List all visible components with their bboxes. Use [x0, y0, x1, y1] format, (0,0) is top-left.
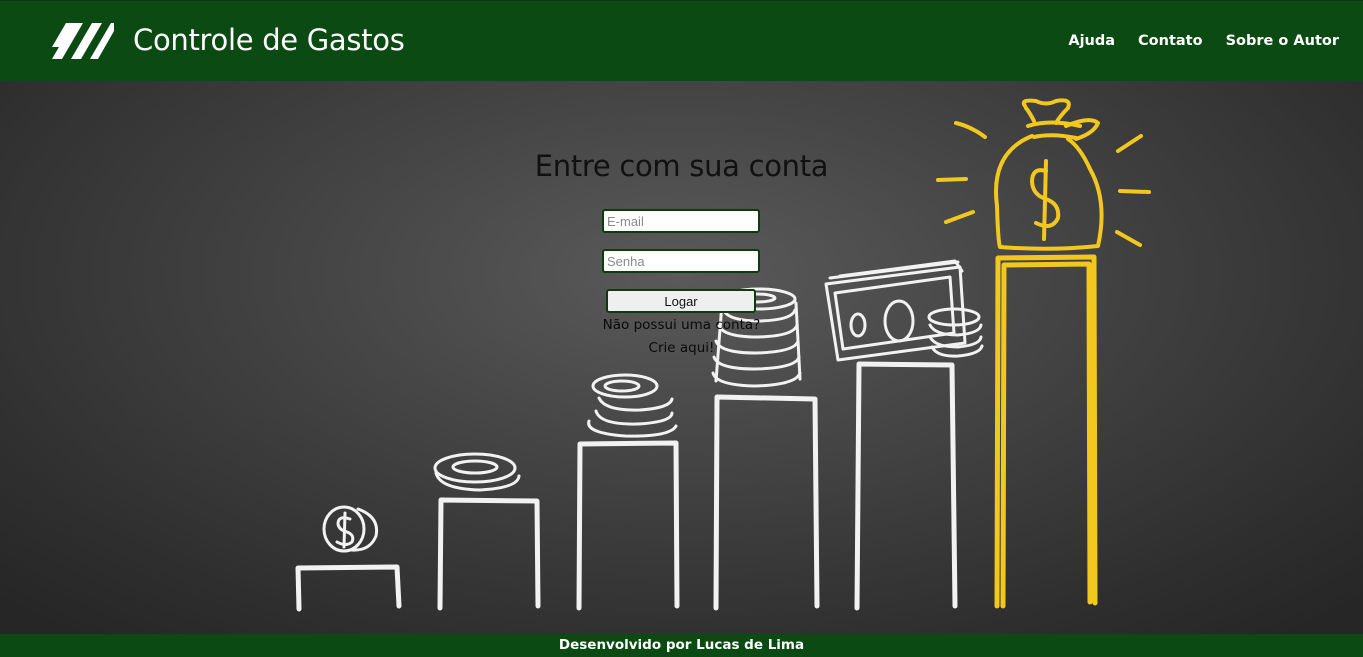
- chalk-bars: [295, 361, 958, 612]
- email-field[interactable]: [602, 209, 760, 233]
- footer: Desenvolvido por Lucas de Lima: [0, 634, 1363, 657]
- main-nav: Ajuda Contato Sobre o Autor: [1068, 31, 1339, 51]
- nav-link-contato[interactable]: Contato: [1138, 31, 1203, 51]
- login-title: Entre com sua conta: [534, 149, 829, 183]
- password-field[interactable]: [602, 249, 760, 273]
- app-title[interactable]: Controle de Gastos: [133, 21, 405, 59]
- login-button[interactable]: Logar: [606, 289, 756, 313]
- coin-stack-icon: [433, 452, 521, 492]
- coin-icon: [322, 505, 379, 553]
- nav-link-ajuda[interactable]: Ajuda: [1068, 31, 1115, 51]
- yellow-bar: [994, 254, 1098, 609]
- footer-credit: Desenvolvido por Lucas de Lima: [558, 637, 805, 653]
- signup-question: Não possui uma conta?: [602, 317, 761, 333]
- hero-section: Entre com sua conta Logar Não possui uma…: [0, 81, 1363, 634]
- top-navbar: Controle de Gastos Ajuda Contato Sobre o…: [0, 0, 1363, 81]
- signup-prompt: Não possui uma conta? Crie aqui!: [0, 314, 1363, 360]
- stripes-logo-icon[interactable]: [52, 23, 114, 59]
- nav-link-sobre-o-autor[interactable]: Sobre o Autor: [1226, 31, 1339, 51]
- coin-stack-icon: [587, 373, 678, 438]
- signup-link[interactable]: Crie aqui!: [649, 337, 715, 360]
